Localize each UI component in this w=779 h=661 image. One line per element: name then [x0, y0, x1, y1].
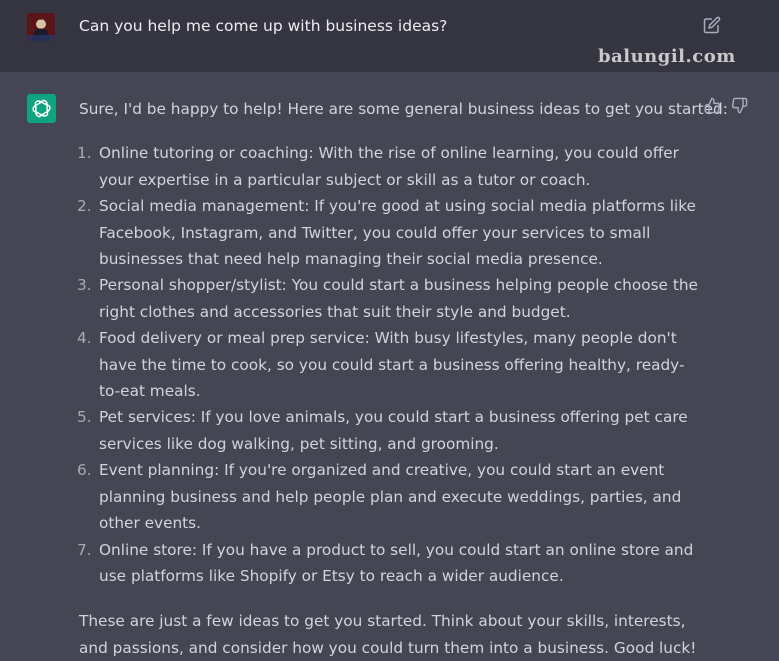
list-item: 5. Pet services: If you love animals, you… — [77, 404, 699, 457]
assistant-message-row: Sure, I'd be happy to help! Here are som… — [0, 72, 779, 657]
watermark: balungil.com — [598, 46, 736, 67]
list-item-text: Event planning: If you're organized and … — [99, 461, 682, 533]
list-item-text: Food delivery or meal prep service: With… — [99, 329, 685, 401]
list-item: 7. Online store: If you have a product to… — [77, 537, 699, 590]
list-number: 4. — [77, 329, 92, 348]
user-message-text: Can you help me come up with business id… — [79, 17, 448, 35]
list-item-text: Pet services: If you love animals, you c… — [99, 408, 688, 453]
list-number: 5. — [77, 408, 92, 427]
list-item-text: Online tutoring or coaching: With the ri… — [99, 144, 679, 189]
list-item: 6. Event planning: If you're organized an… — [77, 457, 699, 536]
list-item-text: Social media management: If you're good … — [99, 197, 696, 269]
openai-logo-icon — [27, 94, 56, 123]
list-item-text: Personal shopper/stylist: You could star… — [99, 276, 698, 321]
assistant-intro: Sure, I'd be happy to help! Here are som… — [79, 100, 728, 118]
list-item-text: Online store: If you have a product to s… — [99, 540, 694, 585]
list-item: 1. Online tutoring or coaching: With the … — [77, 140, 699, 193]
user-avatar — [27, 13, 55, 41]
list-number: 3. — [77, 276, 92, 295]
list-item: 4. Food delivery or meal prep service: Wi… — [77, 325, 699, 404]
list-number: 2. — [77, 197, 92, 216]
list-item: 2. Social media management: If you're goo… — [77, 193, 699, 272]
list-number: 7. — [77, 540, 92, 559]
list-number: 6. — [77, 461, 92, 480]
thumbs-up-icon[interactable] — [704, 97, 721, 114]
business-ideas-list: 1. Online tutoring or coaching: With the … — [77, 140, 699, 590]
assistant-outro: These are just a few ideas to get you st… — [79, 612, 697, 657]
list-number: 1. — [77, 144, 92, 163]
list-item: 3. Personal shopper/stylist: You could st… — [77, 272, 699, 325]
thumbs-down-icon[interactable] — [731, 97, 748, 114]
assistant-message-content: Sure, I'd be happy to help! Here are som… — [77, 96, 728, 661]
edit-icon[interactable] — [703, 16, 721, 34]
